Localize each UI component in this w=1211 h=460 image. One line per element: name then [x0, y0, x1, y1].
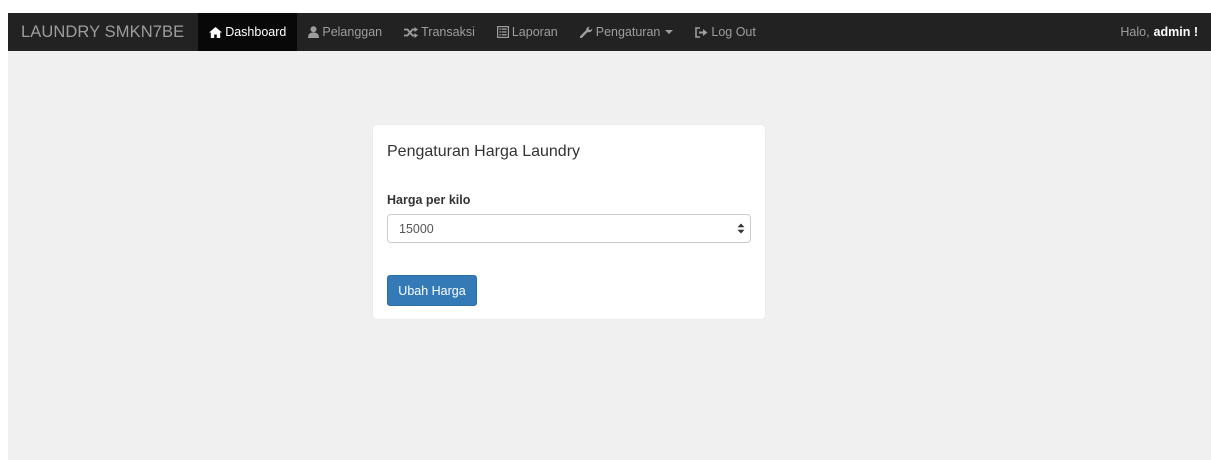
- nav-label-pelanggan: Pelanggan: [322, 25, 383, 39]
- nav-label-transaksi: Transaksi: [421, 25, 475, 39]
- nav-item-laporan[interactable]: Laporan: [486, 13, 569, 51]
- nav-label-logout: Log Out: [711, 25, 756, 39]
- nav-label-laporan: Laporan: [511, 25, 558, 39]
- user-icon: [308, 26, 320, 38]
- logout-icon: [695, 26, 708, 38]
- nav-label-dashboard: Dashboard: [225, 25, 287, 39]
- price-settings-panel: Pengaturan Harga Laundry Harga per kilo …: [373, 125, 765, 319]
- wrench-icon: [579, 26, 593, 38]
- nav-item-transaksi[interactable]: Transaksi: [393, 13, 486, 51]
- nav-label-pengaturan: Pengaturan: [595, 25, 661, 39]
- app-frame: LAUNDRY SMKN7BE Dashboard Pelanggan Tran…: [8, 13, 1211, 460]
- nav-menu: Dashboard Pelanggan Transaksi Laporan Pe…: [198, 13, 767, 51]
- price-per-kilo-input[interactable]: [388, 215, 732, 242]
- nav-item-pengaturan[interactable]: Pengaturan: [569, 13, 685, 51]
- greeting-prefix: Halo,: [1120, 25, 1150, 39]
- shuffle-icon: [404, 26, 419, 38]
- price-per-kilo-field: [387, 214, 751, 243]
- home-icon: [209, 26, 223, 38]
- nav-item-pelanggan[interactable]: Pelanggan: [297, 13, 393, 51]
- panel-title: Pengaturan Harga Laundry: [387, 143, 581, 160]
- nav-item-logout[interactable]: Log Out: [684, 13, 766, 51]
- caret-down-icon: [665, 30, 674, 34]
- user-greeting: Halo, admin !: [1120, 13, 1211, 51]
- top-navbar: LAUNDRY SMKN7BE Dashboard Pelanggan Tran…: [8, 13, 1211, 51]
- update-price-button[interactable]: Ubah Harga: [387, 275, 477, 306]
- list-icon: [496, 26, 509, 38]
- greeting-username: admin !: [1153, 25, 1198, 39]
- price-per-kilo-label: Harga per kilo: [387, 193, 471, 207]
- brand-link[interactable]: LAUNDRY SMKN7BE: [8, 13, 198, 51]
- nav-item-dashboard[interactable]: Dashboard: [198, 13, 298, 51]
- number-spinner-icon[interactable]: [732, 215, 750, 242]
